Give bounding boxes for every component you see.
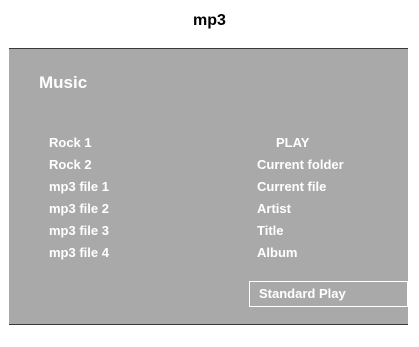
music-screen: Music Rock 1 Rock 2 mp3 file 1 mp3 file … bbox=[9, 48, 408, 325]
menu-item-artist[interactable]: Artist bbox=[257, 198, 344, 220]
list-item-rock-1[interactable]: Rock 1 bbox=[49, 132, 109, 154]
options-menu: PLAY Current folder Current file Artist … bbox=[257, 135, 344, 264]
list-item-mp3-file-2[interactable]: mp3 file 2 bbox=[49, 198, 109, 220]
play-mode-selector[interactable]: Standard Play bbox=[249, 281, 408, 307]
menu-item-current-file[interactable]: Current file bbox=[257, 176, 344, 198]
menu-item-current-folder[interactable]: Current folder bbox=[257, 154, 344, 176]
screen-title: Music bbox=[39, 73, 88, 92]
menu-item-play[interactable]: PLAY bbox=[257, 132, 344, 154]
list-item-mp3-file-3[interactable]: mp3 file 3 bbox=[49, 220, 109, 242]
menu-item-album[interactable]: Album bbox=[257, 242, 344, 264]
menu-item-title[interactable]: Title bbox=[257, 220, 344, 242]
list-item-rock-2[interactable]: Rock 2 bbox=[49, 154, 109, 176]
list-item-mp3-file-4[interactable]: mp3 file 4 bbox=[49, 242, 109, 264]
file-list: Rock 1 Rock 2 mp3 file 1 mp3 file 2 mp3 … bbox=[49, 135, 109, 264]
page-caption: mp3 bbox=[193, 12, 226, 29]
list-item-mp3-file-1[interactable]: mp3 file 1 bbox=[49, 176, 109, 198]
